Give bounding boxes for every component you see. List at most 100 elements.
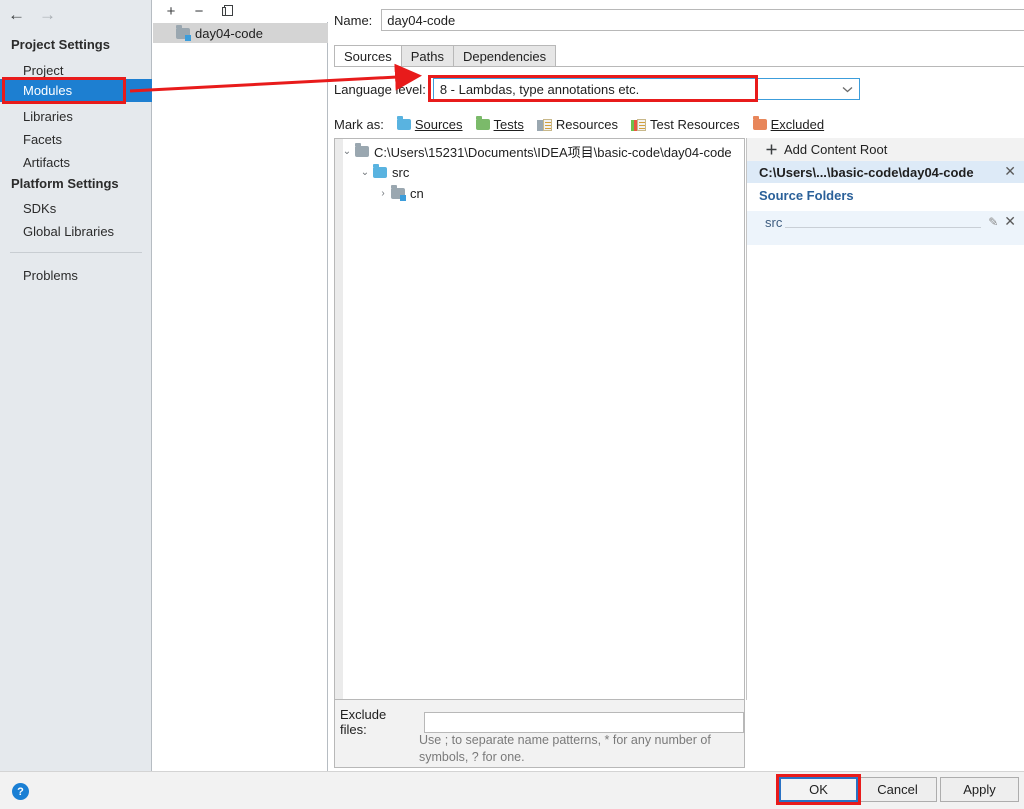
apply-button-label: Apply — [963, 782, 996, 797]
add-content-root-button[interactable]: plus-icon Add Content Root — [747, 138, 1024, 161]
chevron-down-icon[interactable] — [837, 86, 859, 93]
resources-icon — [536, 118, 552, 131]
remove-content-root-icon[interactable]: ✕ — [1004, 165, 1016, 179]
tree-row[interactable]: › cn — [335, 183, 744, 204]
tree-row-label: C:\Users\15231\Documents\IDEA项目\basic-co… — [374, 145, 732, 160]
back-arrow-icon[interactable]: ← — [8, 6, 25, 23]
sidebar-item-label: Artifacts — [23, 155, 70, 170]
content-root-row[interactable]: C:\Users\...\basic-code\day04-code ✕ — [747, 161, 1024, 183]
module-list-item-day04-code[interactable]: day04-code — [153, 23, 328, 43]
module-editor: Name: Sources Paths Dependencies Languag… — [329, 0, 1024, 771]
sidebar-item-artifacts[interactable]: Artifacts — [0, 151, 152, 174]
sidebar-item-libraries[interactable]: Libraries — [0, 105, 152, 128]
exclude-files-label: Exclude files: — [340, 707, 387, 737]
sidebar-item-problems[interactable]: Problems — [0, 264, 152, 287]
sidebar-item-sdks[interactable]: SDKs — [0, 197, 152, 220]
mark-as-label-text: Excluded — [770, 117, 825, 132]
cancel-button[interactable]: Cancel — [858, 777, 937, 802]
mark-as-excluded-button[interactable]: Excluded — [752, 116, 825, 132]
mark-as-sources-button[interactable]: Sources — [396, 116, 463, 132]
tree-row-label: cn — [410, 186, 424, 201]
mark-as-tests-button[interactable]: Tests — [475, 116, 524, 132]
blue-folder-icon — [373, 164, 387, 178]
sidebar-nav-arrows: ← → — [0, 0, 152, 28]
content-roots-tree[interactable]: ⌄ C:\Users\15231\Documents\IDEA项目\basic-… — [334, 138, 745, 700]
module-name-label: Name: — [334, 12, 373, 28]
cancel-button-label: Cancel — [877, 782, 918, 797]
orange-folder-icon — [752, 116, 767, 130]
remove-module-icon[interactable]: − — [191, 3, 207, 19]
source-folder-leader — [785, 217, 982, 228]
mark-as-label-text: Tests — [493, 117, 524, 132]
tab-sources[interactable]: Sources — [334, 45, 401, 67]
language-level-value: 8 - Lambdas, type annotations etc. — [439, 81, 640, 97]
sidebar-item-label: SDKs — [23, 201, 57, 216]
blue-folder-icon — [396, 116, 411, 130]
sidebar-item-label: Modules — [23, 83, 73, 98]
source-folder-row[interactable]: src ✎ ✕ — [747, 211, 1024, 233]
gray-folder-icon — [391, 185, 406, 201]
module-list-item-label: day04-code — [195, 25, 263, 41]
tab-paths[interactable]: Paths — [400, 45, 453, 67]
ok-button-label: OK — [809, 782, 828, 797]
ok-button[interactable]: OK — [779, 777, 858, 802]
source-folders-band — [747, 233, 1024, 245]
sidebar-divider — [10, 252, 142, 253]
mark-as-label-text: Resources — [555, 117, 619, 132]
modules-list-panel: + − day04-code — [153, 0, 328, 771]
module-name-row: Name: — [334, 9, 1024, 31]
tree-gutter — [335, 139, 343, 699]
tab-label: Dependencies — [462, 48, 547, 64]
tree-row[interactable]: ⌄ src — [335, 162, 744, 183]
sidebar-item-facets[interactable]: Facets — [0, 128, 152, 151]
apply-button[interactable]: Apply — [940, 777, 1019, 802]
tab-label: Sources — [344, 48, 392, 64]
mark-as-test-resources-button[interactable]: Test Resources — [631, 117, 740, 132]
content-root-details-panel: plus-icon Add Content Root C:\Users\...\… — [746, 138, 1024, 700]
sidebar-selection-strip — [126, 79, 152, 102]
help-icon[interactable]: ? — [12, 783, 29, 800]
sidebar-item-label: Global Libraries — [23, 224, 115, 239]
mark-as-resources-button[interactable]: Resources — [536, 117, 619, 132]
tree-row-label: src — [392, 165, 410, 180]
modules-toolbar: + − — [153, 0, 328, 22]
forward-arrow-icon[interactable]: → — [39, 6, 56, 23]
add-content-root-label: Add Content Root — [784, 142, 888, 157]
content-root-path: C:\Users\...\basic-code\day04-code — [759, 164, 974, 180]
language-level-label: Language level: — [334, 81, 426, 97]
sidebar-section-project-settings: Project Settings — [11, 37, 110, 52]
tree-twisty-expanded-icon[interactable]: ⌄ — [339, 146, 355, 157]
source-folder-name: src — [765, 214, 783, 230]
tree-twisty-collapsed-icon[interactable]: › — [375, 188, 391, 199]
tabs-underline — [334, 66, 1024, 67]
green-folder-icon — [475, 116, 490, 130]
source-folders-heading: Source Folders — [759, 188, 854, 203]
mark-as-label-text: Sources — [414, 117, 463, 132]
sidebar-item-label: Problems — [23, 268, 78, 283]
settings-sidebar: ← → Project Settings Project Modules Lib… — [0, 0, 152, 771]
gray-folder-icon — [355, 143, 369, 157]
exclude-files-input[interactable] — [423, 711, 744, 733]
sidebar-item-label: Facets — [23, 132, 63, 147]
module-tabs: Sources Paths Dependencies — [334, 45, 557, 67]
add-module-icon[interactable]: + — [163, 3, 179, 19]
test-resources-icon — [631, 118, 647, 131]
sidebar-item-global-libraries[interactable]: Global Libraries — [0, 220, 152, 243]
copy-module-icon[interactable] — [219, 3, 235, 19]
sidebar-item-label: Libraries — [23, 109, 73, 124]
module-name-input[interactable] — [381, 9, 1024, 31]
mark-as-row: Mark as: Sources Tests Resources Test Re… — [334, 116, 837, 132]
exclude-files-hint: Use ; to separate name patterns, * for a… — [419, 733, 711, 764]
mark-as-label-text: Test Resources — [650, 117, 740, 132]
tab-dependencies[interactable]: Dependencies — [452, 45, 557, 67]
tab-label: Paths — [410, 48, 444, 64]
language-level-combobox[interactable]: 8 - Lambdas, type annotations etc. — [432, 78, 860, 100]
edit-source-folder-icon[interactable]: ✎ — [988, 215, 998, 229]
project-structure-dialog: ← → Project Settings Project Modules Lib… — [0, 0, 1024, 809]
mark-as-label: Mark as: — [334, 117, 384, 132]
remove-source-folder-icon[interactable]: ✕ — [1004, 215, 1016, 229]
tree-twisty-expanded-icon[interactable]: ⌄ — [357, 167, 373, 178]
exclude-files-section: Exclude files: Use ; to separate name pa… — [334, 700, 745, 768]
tree-row[interactable]: ⌄ C:\Users\15231\Documents\IDEA项目\basic-… — [335, 141, 744, 162]
module-folder-icon — [176, 24, 191, 41]
